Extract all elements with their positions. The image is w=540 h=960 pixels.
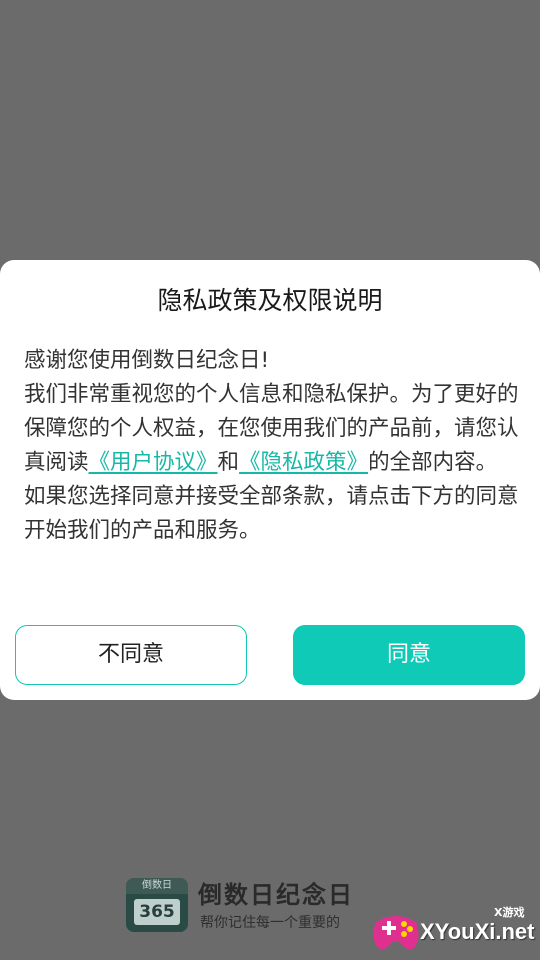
watermark-site-text: XYouXi.net	[420, 919, 535, 944]
dialog-body: 感谢您使用倒数日纪念日! 我们非常重视您的个人信息和隐私保护。为了更好的保障您的…	[24, 344, 520, 548]
privacy-policy-link[interactable]: 《隐私政策》	[239, 450, 368, 475]
splash-app-name: 倒数日纪念日	[198, 881, 354, 909]
splash-slogan: 帮你记住每一个重要的	[200, 915, 340, 931]
privacy-paragraph: 我们非常重视您的个人信息和隐私保护。为了更好的保障您的个人权益，在您使用我们的产…	[24, 378, 520, 480]
app-logo: 倒数日 365	[126, 878, 188, 932]
consent-text: 如果您选择同意并接受全部条款，请点击下方的同意开始我们的产品和服务。	[24, 484, 519, 543]
greeting-text: 感谢您使用倒数日纪念日!	[24, 348, 270, 373]
app-logo-number: 365	[134, 899, 180, 925]
privacy-paragraph-suffix: 的全部内容。	[368, 450, 498, 475]
and-text: 和	[217, 450, 240, 475]
disagree-button[interactable]: 不同意	[15, 625, 247, 685]
privacy-dialog: 隐私政策及权限说明 感谢您使用倒数日纪念日! 我们非常重视您的个人信息和隐私保护…	[0, 260, 540, 700]
app-logo-top-text: 倒数日	[126, 878, 188, 894]
gamepad-icon	[373, 916, 419, 950]
site-watermark: X游戏 XYouXi.net	[360, 900, 540, 960]
user-agreement-link[interactable]: 《用户协议》	[89, 450, 218, 475]
dialog-title: 隐私政策及权限说明	[157, 286, 383, 315]
agree-button[interactable]: 同意	[293, 625, 525, 685]
